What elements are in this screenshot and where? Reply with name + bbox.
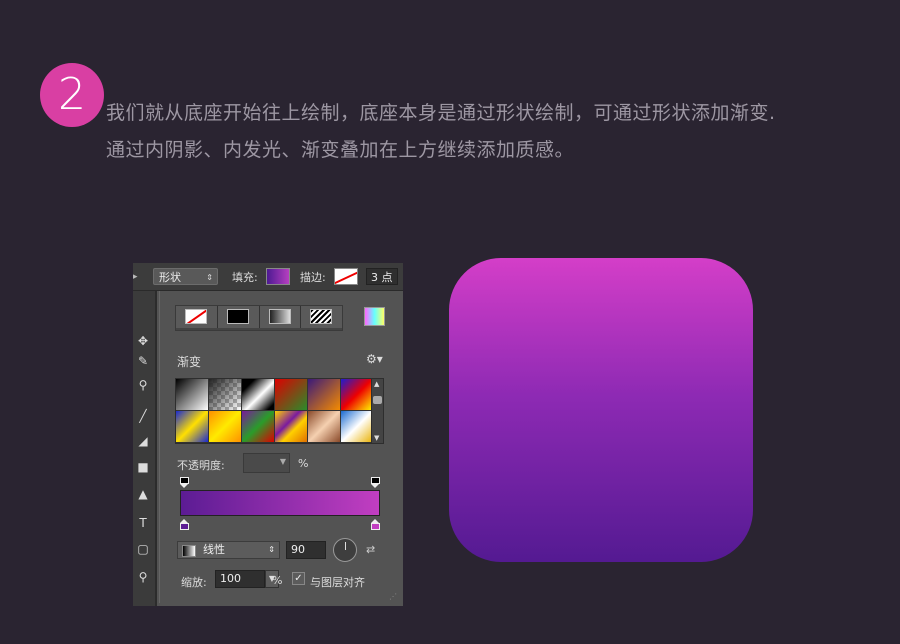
gradient-preset[interactable] bbox=[308, 411, 340, 442]
scale-label: 缩放: bbox=[181, 576, 207, 589]
gradient-presets-grid bbox=[175, 378, 373, 444]
description-line-1: 我们就从底座开始往上绘制，底座本身是通过形状绘制，可通过形状添加渐变. bbox=[106, 102, 776, 124]
linear-gradient-icon bbox=[182, 545, 196, 557]
reverse-gradient-icon[interactable]: ⇄ bbox=[366, 543, 375, 556]
stroke-swatch[interactable] bbox=[334, 268, 358, 285]
solid-fill-icon bbox=[226, 309, 249, 324]
scroll-down-icon[interactable]: ▼ bbox=[374, 434, 379, 442]
scroll-thumb[interactable] bbox=[373, 396, 382, 404]
gear-icon[interactable]: ⚙▾ bbox=[366, 352, 383, 366]
toolbox: ✥ ✎ ⚲ ╱ ◢ ■ ▲ T ▢ ⚲ bbox=[133, 291, 157, 606]
gradient-fill-icon bbox=[268, 309, 291, 324]
rectangle-tool-icon[interactable]: ■ bbox=[133, 457, 153, 477]
description-line-2: 通过内阴影、内发光、渐变叠加在上方继续添加质感。 bbox=[106, 139, 575, 161]
gradient-section-title: 渐变 bbox=[177, 355, 202, 369]
updown-arrows-icon: ⇕ bbox=[206, 273, 213, 282]
line-tool-icon[interactable]: ╱ bbox=[133, 406, 153, 426]
gradient-preset[interactable] bbox=[308, 379, 340, 410]
scale-percent: % bbox=[272, 574, 283, 587]
icon-base-preview bbox=[449, 258, 753, 562]
gradient-fill-button[interactable] bbox=[259, 306, 302, 328]
color-picker-button[interactable] bbox=[364, 307, 385, 326]
photoshop-panel-screenshot: ▸ 形状 ⇕ 填充: 描边: 3 点 ✥ ✎ ⚲ ╱ ◢ ■ ▲ T ▢ ⚲ 渐… bbox=[133, 263, 403, 606]
solid-fill-button[interactable] bbox=[217, 306, 260, 328]
angle-dial[interactable] bbox=[333, 538, 357, 562]
gradient-bar[interactable] bbox=[180, 490, 380, 516]
fill-swatch[interactable] bbox=[266, 268, 290, 285]
dropdown-arrow-icon: ▼ bbox=[279, 457, 286, 466]
rounded-rect-tool-icon[interactable]: ▢ bbox=[133, 539, 153, 559]
type-tool-icon[interactable]: T bbox=[133, 513, 153, 533]
opacity-field[interactable]: ▼ bbox=[243, 453, 290, 473]
no-fill-icon bbox=[185, 309, 207, 324]
opacity-label: 不透明度: bbox=[177, 459, 225, 472]
move-tool-icon[interactable]: ✥ bbox=[133, 331, 153, 351]
gradient-style-label: 线性 bbox=[203, 543, 225, 556]
gradient-preset[interactable] bbox=[242, 411, 274, 442]
pattern-fill-button[interactable] bbox=[301, 306, 342, 328]
angle-field[interactable]: 90 bbox=[286, 541, 326, 559]
gradient-preset[interactable] bbox=[275, 379, 307, 410]
shape-mode-label: 形状 bbox=[159, 271, 181, 284]
brush-tool-icon[interactable]: ✎ bbox=[133, 351, 153, 371]
options-bar: ▸ 形状 ⇕ 填充: 描边: 3 点 bbox=[133, 263, 403, 291]
step-number-badge: 2 bbox=[40, 63, 104, 127]
resize-grip-icon[interactable]: ⋰ bbox=[389, 592, 397, 601]
gradient-preset[interactable] bbox=[275, 411, 307, 442]
zoom-tool-icon[interactable]: ⚲ bbox=[133, 567, 153, 587]
no-fill-button[interactable] bbox=[176, 306, 218, 328]
gradient-preset[interactable] bbox=[341, 411, 373, 442]
gradient-preset[interactable] bbox=[209, 379, 241, 410]
updown-arrows-icon: ⇕ bbox=[268, 545, 275, 554]
gradient-preset[interactable] bbox=[341, 379, 373, 410]
opacity-stop-right[interactable] bbox=[371, 477, 380, 488]
stroke-width-field[interactable]: 3 点 bbox=[366, 268, 398, 285]
scroll-up-icon[interactable]: ▲ bbox=[374, 380, 379, 388]
path-select-tool-icon[interactable]: ▲ bbox=[133, 484, 153, 504]
presets-scrollbar[interactable]: ▲ ▼ bbox=[371, 378, 384, 444]
opacity-percent: % bbox=[298, 457, 309, 470]
align-with-layer-checkbox[interactable]: ✓ bbox=[292, 572, 305, 585]
shape-mode-dropdown[interactable]: 形状 ⇕ bbox=[153, 268, 218, 285]
gradient-preset[interactable] bbox=[176, 379, 208, 410]
options-arrow-icon[interactable]: ▸ bbox=[133, 272, 138, 282]
align-with-layer-label: 与图层对齐 bbox=[310, 576, 365, 589]
gradient-preset[interactable] bbox=[242, 379, 274, 410]
fill-label: 填充: bbox=[232, 271, 258, 284]
gradient-preset[interactable] bbox=[209, 411, 241, 442]
fill-type-panel: 渐变 ⚙▾ ▲ ▼ 不透明度: ▼ % 线性 ⇕ 90 ⇄ 缩放: 100 ▼ … bbox=[159, 291, 401, 603]
eyedropper-tool-icon[interactable]: ⚲ bbox=[133, 375, 153, 395]
eraser-tool-icon[interactable]: ◢ bbox=[133, 431, 153, 451]
scale-field[interactable]: 100 bbox=[215, 570, 265, 588]
gradient-preset[interactable] bbox=[176, 411, 208, 442]
gradient-style-dropdown[interactable]: 线性 ⇕ bbox=[177, 541, 280, 559]
opacity-stop-left[interactable] bbox=[180, 477, 189, 488]
pattern-fill-icon bbox=[310, 309, 333, 324]
fill-type-buttons bbox=[175, 305, 343, 331]
color-stop-right[interactable] bbox=[371, 519, 380, 530]
stroke-label: 描边: bbox=[300, 271, 326, 284]
color-stop-left[interactable] bbox=[180, 519, 189, 530]
